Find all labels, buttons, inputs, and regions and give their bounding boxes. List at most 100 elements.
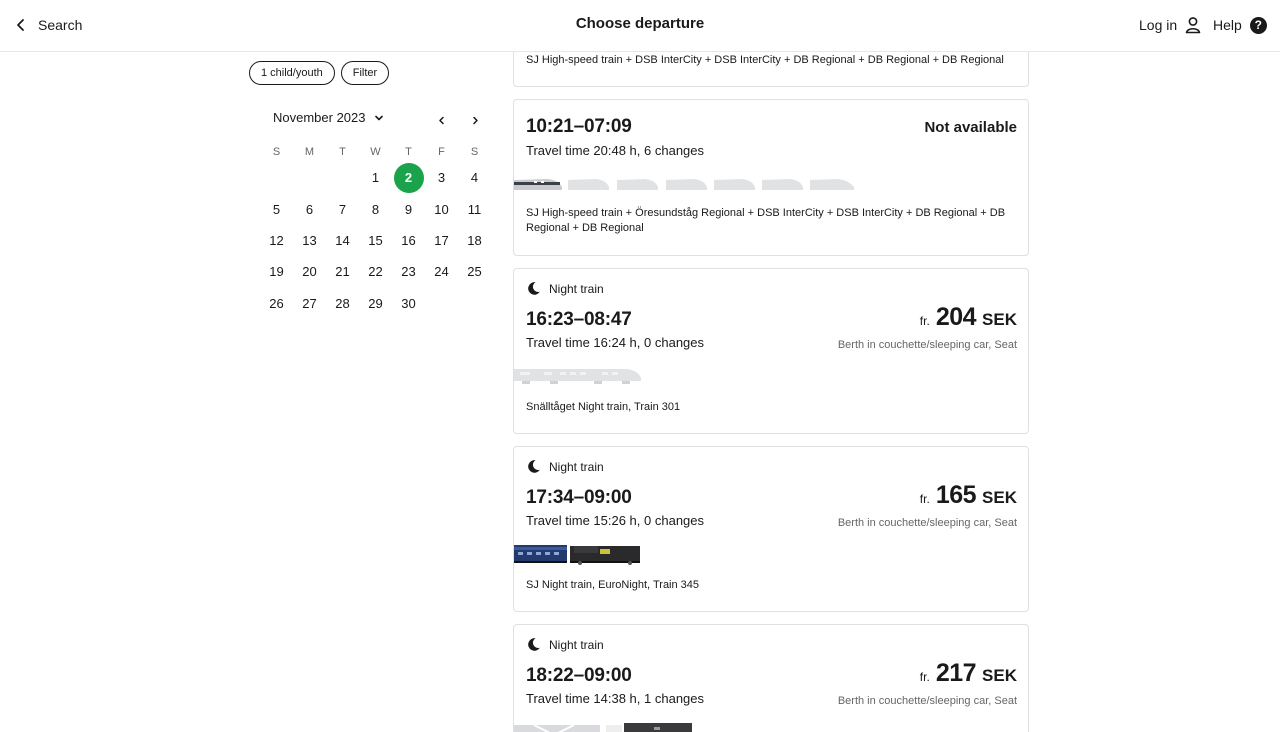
month-label: November 2023 xyxy=(273,110,366,125)
calendar-day-number: 18 xyxy=(467,232,482,248)
travel-time: Travel time 14:38 h, 1 changes xyxy=(526,691,705,706)
travel-time: Travel time 16:24 h, 0 changes xyxy=(526,335,705,350)
month-select[interactable]: November 2023 xyxy=(273,110,384,125)
calendar-day[interactable]: 1 xyxy=(359,162,392,193)
help-button[interactable]: Help ? xyxy=(1213,13,1267,37)
calendar-day[interactable]: 7 xyxy=(326,193,359,224)
calendar-day-number: 16 xyxy=(401,232,416,248)
departure-card[interactable]: Night train 17:34–09:00 Travel time 15:2… xyxy=(513,446,1029,612)
operators-text: SJ Night train, EuroNight, Train 345 xyxy=(526,579,700,591)
top-bar: Search Choose departure Log in Help ? xyxy=(0,0,1280,52)
calendar-day[interactable]: 29 xyxy=(359,288,392,319)
calendar-day[interactable]: 14 xyxy=(326,225,359,256)
calendar-day[interactable]: 10 xyxy=(425,193,458,224)
train-icon xyxy=(514,723,692,732)
calendar-day[interactable]: 25 xyxy=(458,256,491,287)
calendar-day[interactable]: 6 xyxy=(293,193,326,224)
departure-times: 10:21–07:09 xyxy=(526,116,632,137)
chevron-right-icon xyxy=(472,116,478,124)
moon-icon xyxy=(528,638,540,651)
calendar-day-number: 1 xyxy=(371,170,380,186)
departure-card[interactable]: Night train 16:23–08:47 Travel time 16:2… xyxy=(513,268,1029,434)
travel-time: Travel time 20:48 h, 6 changes xyxy=(526,143,705,158)
calendar-day[interactable]: 11 xyxy=(458,193,491,224)
calendar-day-number: 12 xyxy=(269,232,284,248)
departure-card[interactable]: Night train 18:22–09:00 Travel time 14:3… xyxy=(513,624,1029,732)
calendar-day[interactable]: 4 xyxy=(458,162,491,193)
calendar-day[interactable]: 5 xyxy=(260,193,293,224)
travel-time: Travel time 15:26 h, 0 changes xyxy=(526,513,705,528)
calendar-day[interactable]: 24 xyxy=(425,256,458,287)
weekday-label: T xyxy=(405,146,412,158)
night-train-label: Night train xyxy=(549,637,604,652)
login-button[interactable]: Log in xyxy=(1139,13,1202,37)
calendar-day-number: 6 xyxy=(305,201,314,217)
weekday-label: S xyxy=(470,146,479,158)
calendar-day[interactable]: 26 xyxy=(260,288,293,319)
operators-text: SJ High-speed train + DSB InterCity + DS… xyxy=(526,54,1004,66)
calendar-day[interactable]: 23 xyxy=(392,256,425,287)
filter-chip[interactable]: Filter xyxy=(340,61,390,85)
calendar-day-number: 13 xyxy=(302,232,317,248)
calendar-day[interactable]: 13 xyxy=(293,225,326,256)
calendar-day-number: 26 xyxy=(269,295,284,311)
train-images xyxy=(514,365,644,387)
user-icon xyxy=(1185,17,1201,34)
departure-times: 18:22–09:00 xyxy=(526,665,632,686)
departure-times: 16:23–08:47 xyxy=(526,309,632,330)
departure-times: 17:34–09:00 xyxy=(526,487,632,508)
calendar-day[interactable]: 3 xyxy=(425,162,458,193)
train-images xyxy=(514,172,859,194)
price-currency: SEK xyxy=(982,666,1017,685)
calendar-day[interactable]: 8 xyxy=(359,193,392,224)
calendar-day-number: 5 xyxy=(272,201,281,217)
price-currency: SEK xyxy=(982,488,1017,507)
operators-text: Snälltåget Night train, Train 301 xyxy=(526,401,681,413)
calendar-day[interactable]: 21 xyxy=(326,256,359,287)
next-month-button[interactable] xyxy=(466,111,484,129)
departure-card[interactable]: 10:21–07:09 Travel time 20:48 h, 6 chang… xyxy=(513,99,1029,256)
class-info: Berth in couchette/sleeping car, Seat xyxy=(837,339,1017,351)
calendar-day[interactable]: 18 xyxy=(458,225,491,256)
night-train-tag: Night train xyxy=(526,637,604,652)
calendar-day[interactable]: 28 xyxy=(326,288,359,319)
price: fr. 217 SEK xyxy=(920,659,1017,688)
calendar-empty-cell xyxy=(260,162,293,193)
calendar-day[interactable]: 12 xyxy=(260,225,293,256)
calendar-day-number: 28 xyxy=(335,295,350,311)
calendar-day-number: 2 xyxy=(393,162,424,193)
price-prefix: fr. xyxy=(919,314,930,328)
calendar-day[interactable]: 19 xyxy=(260,256,293,287)
price-currency: SEK xyxy=(982,310,1017,329)
price-amount: 217 xyxy=(935,659,977,687)
passengers-chip[interactable]: 1 child/youth xyxy=(249,61,335,85)
moon-icon xyxy=(528,282,540,295)
calendar-day[interactable]: 9 xyxy=(392,193,425,224)
weekday-label: S xyxy=(272,146,281,158)
calendar-empty-cell xyxy=(293,162,326,193)
calendar-day-number: 10 xyxy=(434,201,449,217)
price-amount: 165 xyxy=(935,481,977,509)
moon-icon xyxy=(528,460,540,473)
calendar-day[interactable]: 27 xyxy=(293,288,326,319)
calendar-day[interactable]: 16 xyxy=(392,225,425,256)
calendar-day[interactable]: 15 xyxy=(359,225,392,256)
train-images xyxy=(514,543,644,565)
page-title: Choose departure xyxy=(575,15,705,32)
calendar-day[interactable]: 20 xyxy=(293,256,326,287)
night-train-tag: Night train xyxy=(526,459,604,474)
calendar-day-number: 24 xyxy=(434,264,449,280)
calendar-day[interactable]: 30 xyxy=(392,288,425,319)
weekday-label: W xyxy=(370,146,381,158)
previous-month-button[interactable] xyxy=(432,111,450,129)
weekday-label: M xyxy=(304,146,315,158)
calendar-day-number: 9 xyxy=(404,201,413,217)
calendar-day[interactable]: 17 xyxy=(425,225,458,256)
calendar-day-selected[interactable]: 2 xyxy=(392,162,425,193)
calendar-grid: S M T W T F S 1 2 3 4 5 6 7 8 9 10 11 12 13 14 15 16 17 1… xyxy=(260,142,491,319)
calendar-day-number: 3 xyxy=(437,170,446,186)
chevron-left-icon xyxy=(438,116,444,124)
calendar-day[interactable]: 22 xyxy=(359,256,392,287)
calendar-day-number: 30 xyxy=(401,295,416,311)
calendar-day-number: 19 xyxy=(269,264,284,280)
